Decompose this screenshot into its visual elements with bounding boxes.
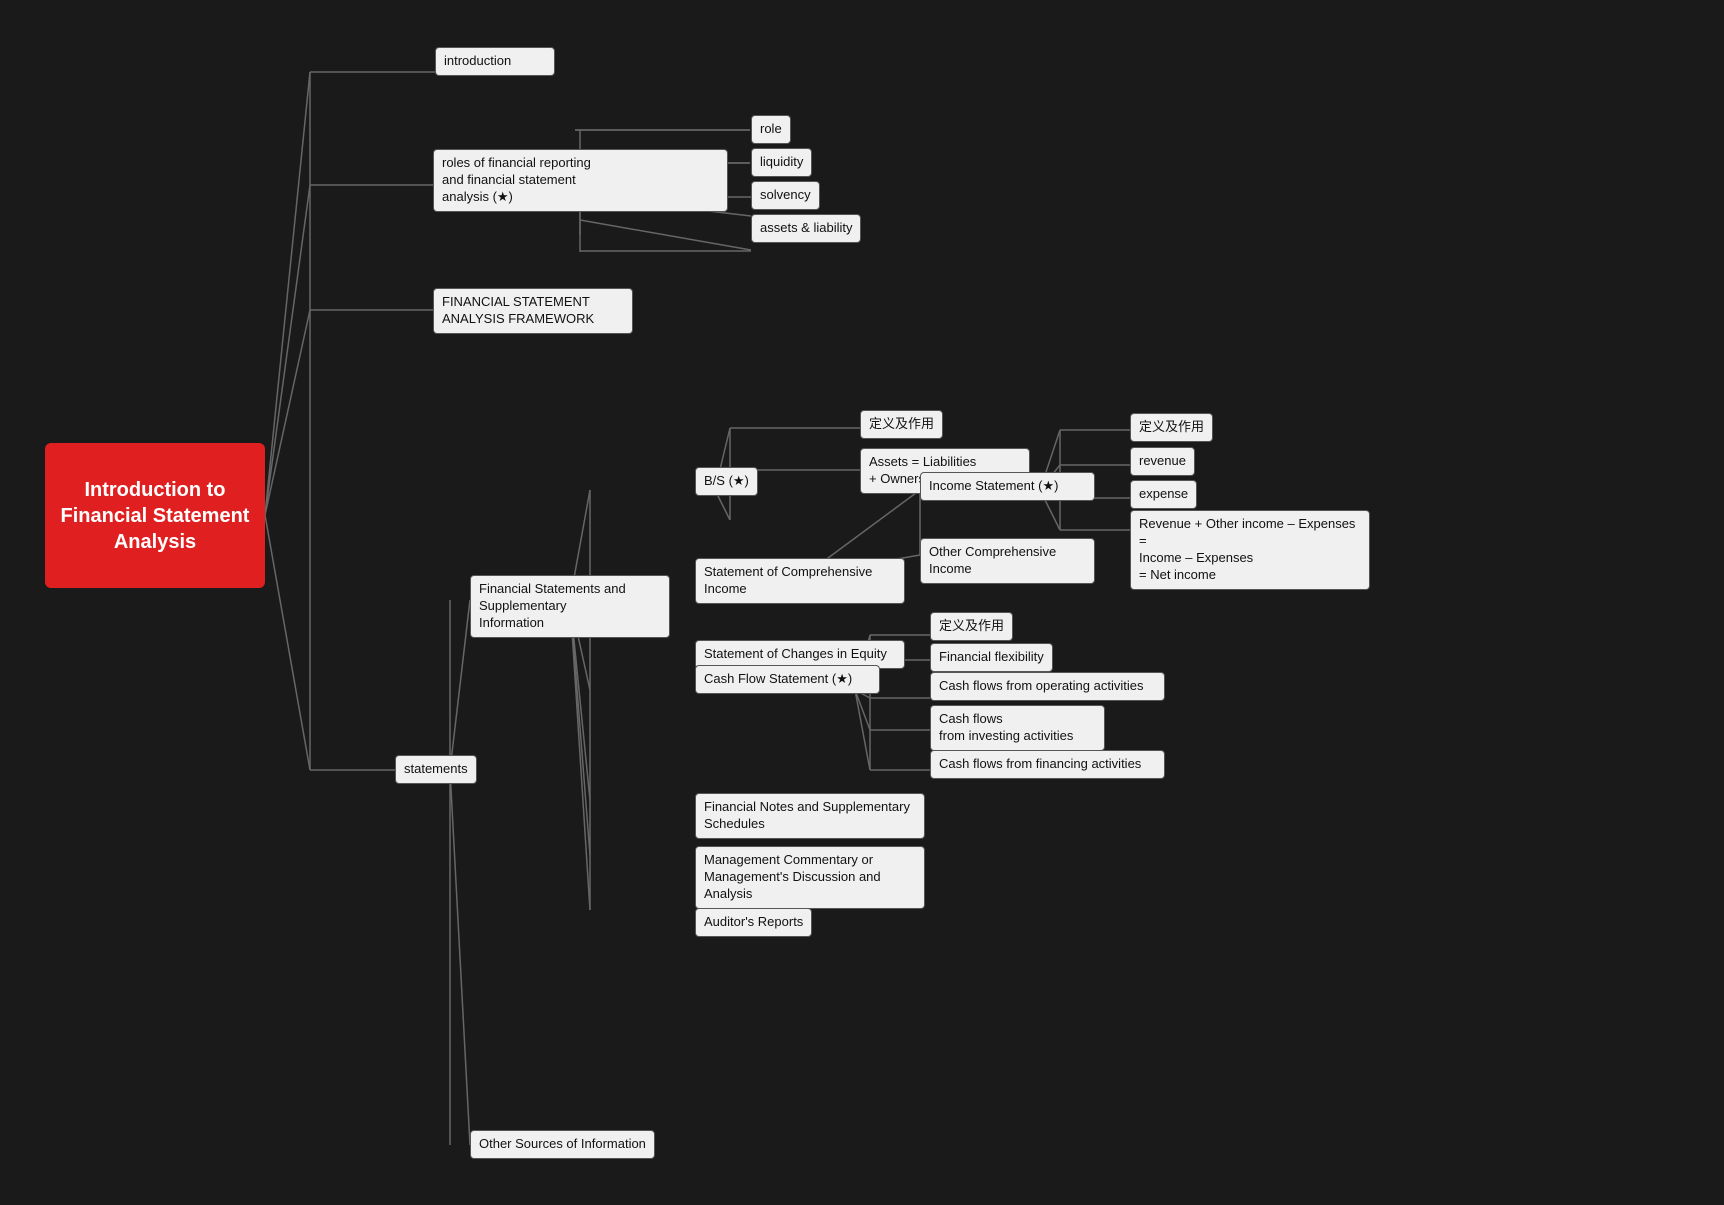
node-financial-statements-supp: Financial Statements and SupplementaryIn… [470, 575, 670, 638]
node-solvency: solvency [751, 181, 820, 210]
node-role: role [751, 115, 791, 144]
node-cash-investing: Cash flowsfrom investing activities [930, 705, 1105, 751]
node-framework: FINANCIAL STATEMENTANALYSIS FRAMEWORK [433, 288, 633, 334]
node-income-def: 定义及作用 [1130, 413, 1213, 442]
node-cash-flow: Cash Flow Statement (★) [695, 665, 880, 694]
node-mgmt-commentary: Management Commentary orManagement's Dis… [695, 846, 925, 909]
node-income-stmt: Income Statement (★) [920, 472, 1095, 501]
node-roles: roles of financial reportingand financia… [433, 149, 728, 212]
node-financial-notes: Financial Notes and SupplementarySchedul… [695, 793, 925, 839]
node-cash-financing: Cash flows from financing activities [930, 750, 1165, 779]
root-node: Introduction to Financial Statement Anal… [45, 443, 265, 588]
node-income-expense: expense [1130, 480, 1197, 509]
node-other-comprehensive: Other Comprehensive Income [920, 538, 1095, 584]
node-cash-flexibility: Financial flexibility [930, 643, 1053, 672]
node-income-formula: Revenue + Other income – Expenses =Incom… [1130, 510, 1370, 590]
node-income-revenue: revenue [1130, 447, 1195, 476]
node-other-sources: Other Sources of Information [470, 1130, 655, 1159]
node-auditor: Auditor's Reports [695, 908, 812, 937]
node-liquidity: liquidity [751, 148, 812, 177]
node-assets-liability: assets & liability [751, 214, 861, 243]
node-introduction: introduction [435, 47, 555, 76]
node-statements: statements [395, 755, 477, 784]
node-bs-def: 定义及作用 [860, 410, 943, 439]
mind-map: Introduction to Financial Statement Anal… [0, 0, 1724, 1205]
node-stmt-comprehensive: Statement of Comprehensive Income [695, 558, 905, 604]
node-bs: B/S (★) [695, 467, 758, 496]
node-cash-operating: Cash flows from operating activities [930, 672, 1165, 701]
node-cash-def: 定义及作用 [930, 612, 1013, 641]
